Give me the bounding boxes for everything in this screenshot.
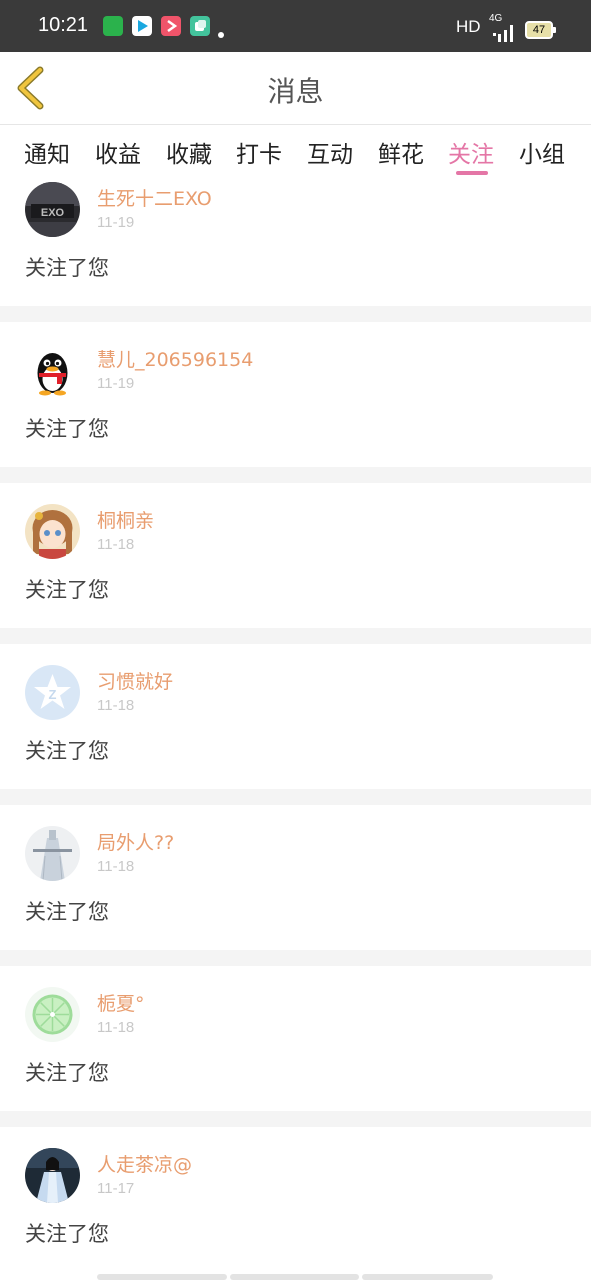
tab-groups[interactable]: 小组 [519, 135, 565, 169]
user-name[interactable]: 习惯就好 [97, 667, 173, 694]
dress-avatar[interactable] [25, 826, 80, 881]
list-item[interactable]: 人走茶凉@ 11-17 关注了您 [0, 1127, 591, 1272]
status-time: 10:21 [38, 14, 89, 36]
nav-indicator [362, 1274, 493, 1280]
user-name[interactable]: 人走茶凉@ [97, 1150, 192, 1177]
message-date: 11-18 [97, 858, 135, 875]
exo-avatar[interactable]: EXO [25, 182, 80, 237]
tab-bar: 通知 收益 收藏 打卡 互动 鲜花 关注 小组 [0, 125, 591, 180]
list-item[interactable]: 栀夏° 11-18 关注了您 [0, 966, 591, 1111]
list-item[interactable]: 桐桐亲 11-18 关注了您 [0, 483, 591, 628]
lime-slice-avatar[interactable] [25, 987, 80, 1042]
tab-interaction[interactable]: 互动 [307, 135, 353, 169]
message-date: 11-19 [97, 214, 135, 231]
cards-app-icon [190, 16, 210, 36]
svg-text:Z: Z [49, 687, 57, 702]
penguin-avatar[interactable] [25, 343, 80, 398]
iqiyi-app-icon [103, 16, 123, 36]
message-text: 关注了您 [25, 739, 109, 763]
tab-favorites[interactable]: 收藏 [166, 135, 212, 169]
signal-icon [493, 25, 513, 42]
list-item[interactable]: 慧儿_206596154 11-19 关注了您 [0, 322, 591, 467]
message-text: 关注了您 [25, 417, 109, 441]
message-text: 关注了您 [25, 256, 109, 280]
anime-girl-avatar[interactable] [25, 504, 80, 559]
tab-earnings[interactable]: 收益 [95, 135, 141, 169]
message-list: EXO 生死十二EXO 11-19 关注了您 慧儿_206596154 11-1… [0, 180, 591, 1280]
hanfu-avatar[interactable] [25, 1148, 80, 1203]
svg-text:EXO: EXO [41, 207, 65, 219]
tab-checkin[interactable]: 打卡 [236, 135, 282, 169]
status-bar: 10:21 HD 4G 47 [0, 0, 591, 52]
tab-following[interactable]: 关注 [448, 135, 494, 169]
battery-icon: 47 [525, 21, 556, 39]
list-item[interactable]: 局外人?? 11-18 关注了您 [0, 805, 591, 950]
message-text: 关注了您 [25, 578, 109, 602]
user-name[interactable]: 生死十二EXO [97, 184, 212, 211]
page-title: 消息 [267, 75, 324, 108]
qzone-star-avatar[interactable]: Z [25, 665, 80, 720]
message-text: 关注了您 [25, 1222, 109, 1246]
list-item[interactable]: EXO 生死十二EXO 11-19 关注了您 [0, 180, 591, 306]
message-date: 11-17 [97, 1180, 135, 1197]
list-item[interactable]: Z 习惯就好 11-18 关注了您 [0, 644, 591, 789]
user-name[interactable]: 桐桐亲 [97, 506, 154, 533]
hd-indicator: HD [456, 17, 481, 36]
tab-flowers[interactable]: 鲜花 [378, 135, 424, 169]
header-bar: 消息 [0, 52, 591, 125]
user-name[interactable]: 栀夏° [97, 989, 145, 1016]
message-text: 关注了您 [25, 1061, 109, 1085]
tencent-video-app-icon [132, 16, 152, 36]
nav-indicator [230, 1274, 359, 1280]
active-tab-indicator [456, 171, 488, 175]
message-date: 11-18 [97, 536, 135, 553]
nav-indicator [97, 1274, 227, 1280]
notification-dot-icon [218, 32, 224, 38]
message-date: 11-18 [97, 697, 135, 714]
user-name[interactable]: 慧儿_206596154 [97, 345, 253, 372]
user-name[interactable]: 局外人?? [97, 828, 174, 855]
video-app-icon [161, 16, 181, 36]
message-date: 11-19 [97, 375, 135, 392]
message-text: 关注了您 [25, 900, 109, 924]
tab-notifications[interactable]: 通知 [24, 135, 70, 169]
message-date: 11-18 [97, 1019, 135, 1036]
